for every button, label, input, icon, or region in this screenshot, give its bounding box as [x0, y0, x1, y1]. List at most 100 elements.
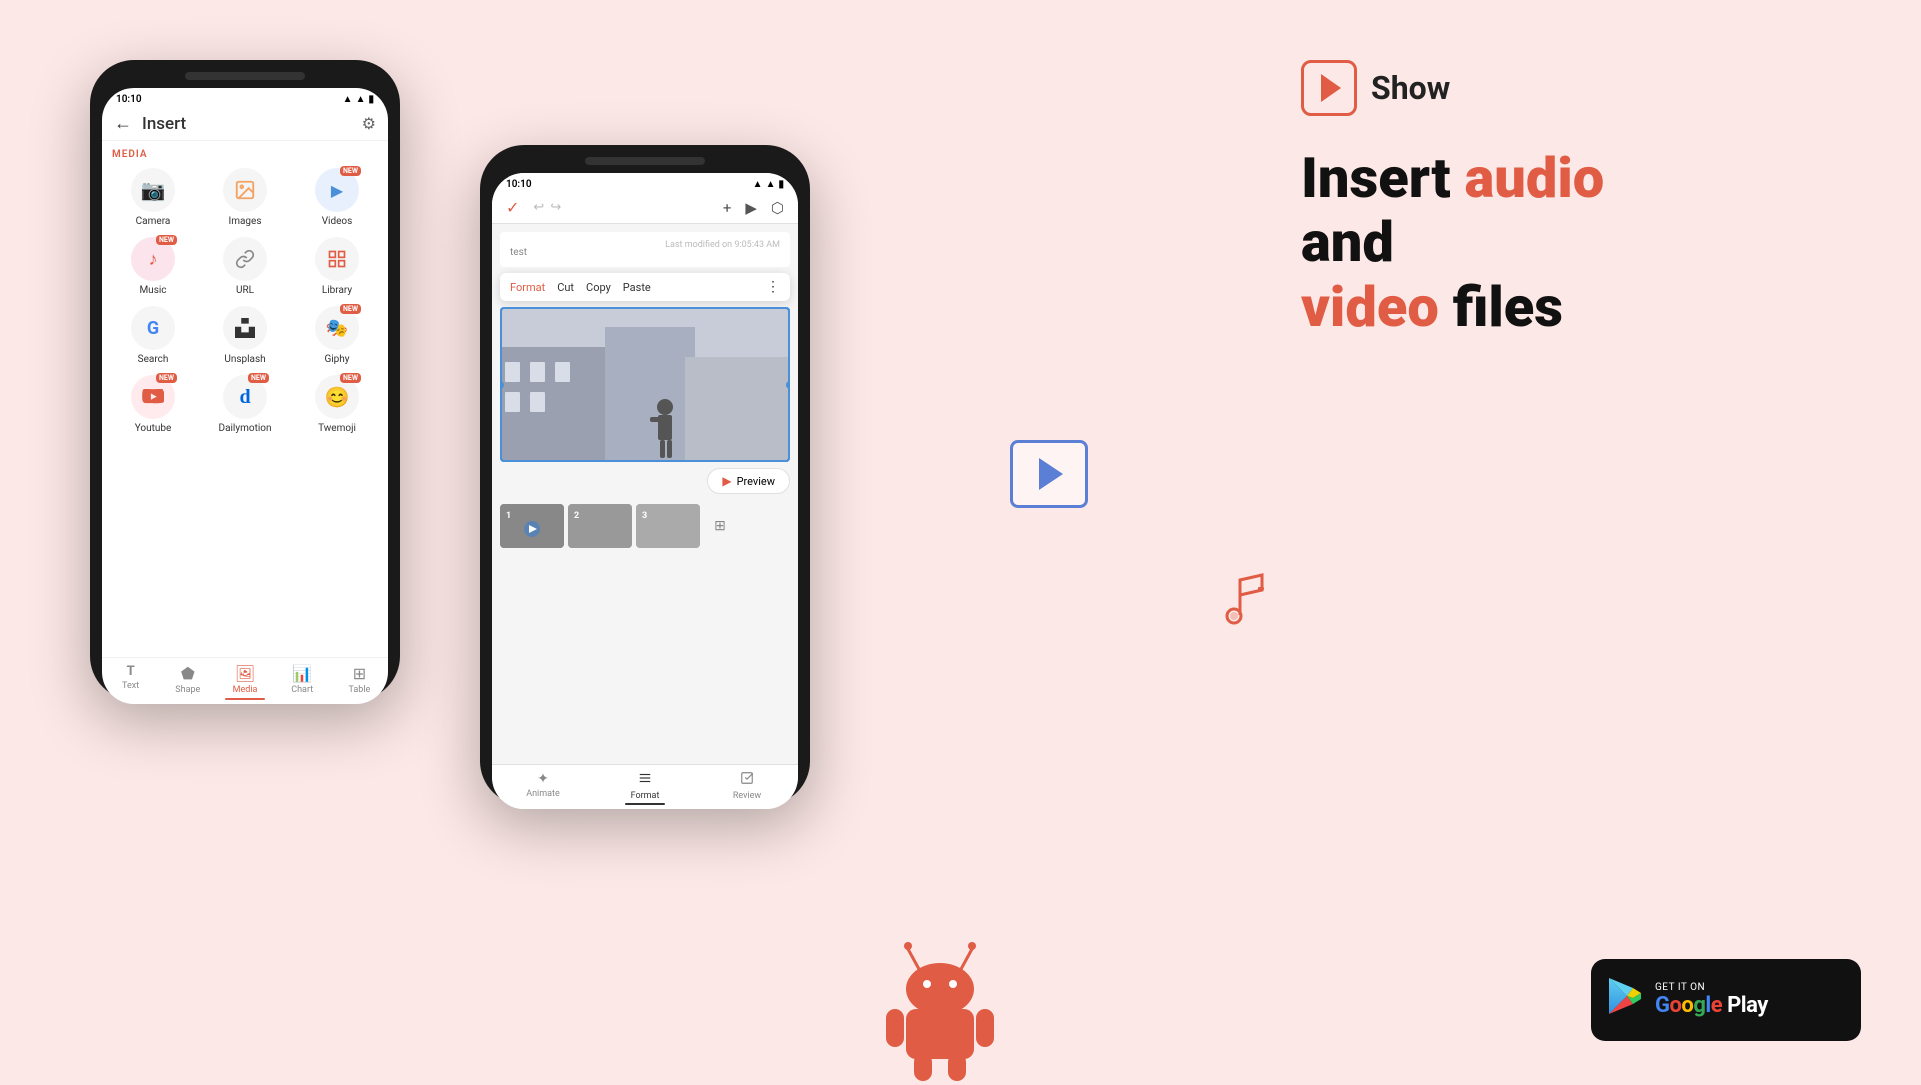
left-status-bar: 10:10 ▲ ▲ ▮ — [102, 88, 388, 107]
ctx-paste[interactable]: Paste — [623, 281, 651, 294]
google-play-button[interactable]: GET IT ON Google Play — [1591, 959, 1861, 1041]
slide-thumb-1[interactable]: 1 — [500, 504, 564, 548]
handle-mr[interactable] — [786, 381, 790, 389]
share-icon[interactable]: ⬡ — [771, 199, 784, 217]
nav-text[interactable]: T Text — [102, 664, 159, 700]
ctx-format[interactable]: Format — [510, 281, 545, 294]
insert-header: ← Insert ⚙ — [102, 107, 388, 141]
undo-redo-group: ↩ ↪ — [533, 200, 561, 215]
music-badge: NEW — [156, 235, 177, 245]
library-item[interactable]: Library — [296, 237, 378, 296]
svg-text:1: 1 — [506, 511, 511, 521]
twemoji-icon: 😊 NEW — [315, 375, 359, 419]
nav-shape[interactable]: ⬟ Shape — [159, 664, 216, 700]
editor-modified: Last modified on 9:05:43 AM — [665, 240, 780, 250]
videos-icon: ▶ NEW — [315, 168, 359, 212]
youtube-badge: NEW — [156, 373, 177, 383]
insert-icon[interactable]: + — [723, 199, 732, 217]
slide-thumb-3[interactable]: 3 — [636, 504, 700, 548]
unsplash-item[interactable]: Unsplash — [204, 306, 286, 365]
animate-label: Animate — [526, 789, 560, 799]
left-phone-notch — [185, 72, 305, 80]
android-mascot — [870, 921, 1010, 1081]
library-icon — [315, 237, 359, 281]
editor-toolbar: ✓ ↩ ↪ + ▶ ⬡ — [492, 192, 798, 224]
right-phone-notch — [585, 157, 705, 165]
format-tab[interactable]: Format — [594, 765, 696, 809]
editor-filename: test — [510, 247, 527, 258]
animate-tab[interactable]: ✦ Animate — [492, 765, 594, 809]
svg-text:3: 3 — [642, 511, 647, 521]
slide-thumb-2[interactable]: 2 — [568, 504, 632, 548]
nav-table[interactable]: ⊞ Table — [331, 664, 388, 700]
unsplash-icon — [223, 306, 267, 350]
headline: Insert audio and video files — [1301, 146, 1861, 339]
preview-label: Preview — [737, 475, 775, 488]
nav-media[interactable]: 🖼 Media — [216, 664, 273, 700]
signal-icon: ▲ — [343, 94, 353, 105]
nav-chart-label: Chart — [291, 685, 313, 695]
dailymotion-item[interactable]: d NEW Dailymotion — [204, 375, 286, 434]
search-label: Search — [138, 354, 169, 365]
chart-nav-icon: 📊 — [292, 664, 312, 683]
music-label: Music — [139, 285, 166, 296]
videos-label: Videos — [322, 216, 353, 227]
camera-icon: 📷 — [131, 168, 175, 212]
review-tab[interactable]: Review — [696, 765, 798, 809]
url-item[interactable]: URL — [204, 237, 286, 296]
undo-icon[interactable]: ↩ — [533, 200, 544, 215]
svg-text:2: 2 — [574, 511, 579, 521]
images-item[interactable]: Images — [204, 168, 286, 227]
url-icon — [223, 237, 267, 281]
app-logo-row: Show — [1301, 60, 1861, 116]
youtube-icon: NEW — [131, 375, 175, 419]
shape-nav-icon: ⬟ — [181, 664, 195, 683]
nav-chart[interactable]: 📊 Chart — [274, 664, 331, 700]
ctx-more[interactable]: ⋮ — [766, 279, 780, 295]
play-icon[interactable]: ▶ — [745, 199, 757, 217]
gplay-o1: o — [1670, 993, 1682, 1018]
back-arrow-icon[interactable]: ← — [114, 113, 132, 134]
settings-icon[interactable]: ⚙ — [362, 114, 376, 133]
text-nav-icon: T — [127, 664, 135, 679]
preview-button[interactable]: ▶ Preview — [707, 468, 790, 494]
giphy-item[interactable]: 🎭 NEW Giphy — [296, 306, 378, 365]
dailymotion-badge: NEW — [248, 373, 269, 383]
search-item[interactable]: G Search — [112, 306, 194, 365]
nav-media-label: Media — [233, 685, 258, 695]
google-play-icon — [1607, 976, 1643, 1025]
redo-icon[interactable]: ↪ — [550, 200, 561, 215]
music-icon: ♪ NEW — [131, 237, 175, 281]
camera-label: Camera — [136, 216, 171, 227]
right-phone-screen: 10:10 ▲ ▲ ▮ ✓ ↩ ↪ + ▶ ⬡ test Last modifi… — [492, 173, 798, 809]
float-play-icon — [1039, 458, 1063, 490]
format-icon — [638, 771, 652, 789]
battery-icon: ▮ — [368, 94, 374, 105]
left-status-icons: ▲ ▲ ▮ — [343, 94, 374, 105]
handle-br[interactable] — [786, 458, 790, 462]
nav-table-label: Table — [349, 685, 371, 695]
editor-status-bar: 10:10 ▲ ▲ ▮ — [492, 173, 798, 192]
twemoji-item[interactable]: 😊 NEW Twemoji — [296, 375, 378, 434]
videos-item[interactable]: ▶ NEW Videos — [296, 168, 378, 227]
youtube-item[interactable]: NEW Youtube — [112, 375, 194, 434]
giphy-label: Giphy — [324, 354, 349, 365]
slide-strip: 1 2 3 ⊞ — [492, 500, 798, 552]
check-icon[interactable]: ✓ — [506, 198, 519, 217]
giphy-badge: NEW — [340, 304, 361, 314]
library-label: Library — [322, 285, 352, 296]
media-section-label: MEDIA — [112, 149, 378, 160]
unsplash-label: Unsplash — [224, 354, 265, 365]
ctx-cut[interactable]: Cut — [557, 281, 574, 294]
youtube-label: Youtube — [135, 423, 172, 434]
wifi-icon: ▲ — [356, 94, 366, 105]
insert-title: Insert — [142, 114, 186, 134]
nav-shape-label: Shape — [175, 685, 200, 695]
twemoji-badge: NEW — [340, 373, 361, 383]
camera-item[interactable]: 📷 Camera — [112, 168, 194, 227]
music-item[interactable]: ♪ NEW Music — [112, 237, 194, 296]
right-status-icons: ▲ ▲ ▮ — [753, 179, 784, 190]
ctx-copy[interactable]: Copy — [586, 281, 611, 294]
slide-more-btn[interactable]: ⊞ — [704, 504, 736, 548]
dailymotion-label: Dailymotion — [219, 423, 272, 434]
